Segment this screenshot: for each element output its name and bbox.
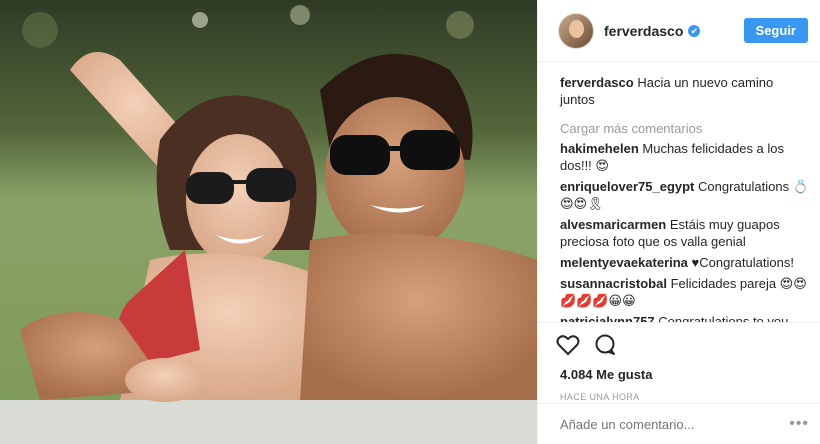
action-icons bbox=[556, 333, 807, 359]
comment-item: enriquelover75_egypt Congratulations 💍😍😍… bbox=[560, 178, 809, 212]
comment-username[interactable]: susannacristobal bbox=[560, 276, 667, 291]
comment-text: Congratulations to you bbox=[658, 314, 789, 322]
more-options-icon[interactable]: ••• bbox=[789, 415, 809, 433]
post-timestamp: HACE UNA HORA bbox=[560, 392, 640, 402]
heart-icon[interactable] bbox=[556, 334, 580, 359]
comment-username[interactable]: enriquelover75_egypt bbox=[560, 179, 694, 194]
comment-item: hakimehelen Muchas felicidades a los dos… bbox=[560, 140, 809, 174]
post-sidebar: ferverdasco ✔ Seguir ferverdasco Hacia u… bbox=[537, 0, 820, 444]
comment-item: susannacristobal Felicidades pareja 😍😍 💋… bbox=[560, 275, 809, 309]
load-more-comments-link[interactable]: Cargar más comentarios bbox=[560, 121, 809, 136]
caption: ferverdasco Hacia un nuevo camino juntos bbox=[560, 74, 809, 108]
header-username[interactable]: ferverdasco bbox=[604, 23, 683, 39]
comment-icon[interactable] bbox=[594, 334, 616, 359]
add-comment-bar: ••• bbox=[538, 403, 820, 444]
post-photo[interactable] bbox=[0, 0, 537, 444]
instagram-post: ferverdasco ✔ Seguir ferverdasco Hacia u… bbox=[0, 0, 820, 444]
avatar[interactable] bbox=[558, 12, 594, 49]
couple-photo bbox=[0, 0, 537, 444]
verified-badge-icon: ✔ bbox=[688, 24, 701, 37]
likes-count[interactable]: 4.084 Me gusta bbox=[560, 367, 807, 382]
comments-list[interactable]: ferverdasco Hacia un nuevo camino juntos… bbox=[538, 62, 820, 322]
comment-username[interactable]: patricialynn757 bbox=[560, 314, 655, 322]
post-actions: 4.084 Me gusta HACE UNA HORA bbox=[538, 322, 820, 402]
comment-username[interactable]: alvesmaricarmen bbox=[560, 217, 666, 232]
comment-item: melentyevaekaterina ♥Congratulations! bbox=[560, 254, 809, 271]
caption-username[interactable]: ferverdasco bbox=[560, 75, 634, 90]
comment-input[interactable] bbox=[560, 416, 790, 432]
comment-item: alvesmaricarmen Estáis muy guapos precio… bbox=[560, 216, 809, 250]
follow-button[interactable]: Seguir bbox=[743, 18, 808, 43]
comment-item: patricialynn757 Congratulations to you bbox=[560, 313, 809, 322]
comment-username[interactable]: hakimehelen bbox=[560, 141, 639, 156]
comment-text: ♥Congratulations! bbox=[691, 255, 794, 270]
comment-username[interactable]: melentyevaekaterina bbox=[560, 255, 688, 270]
post-header: ferverdasco ✔ Seguir bbox=[538, 0, 820, 62]
